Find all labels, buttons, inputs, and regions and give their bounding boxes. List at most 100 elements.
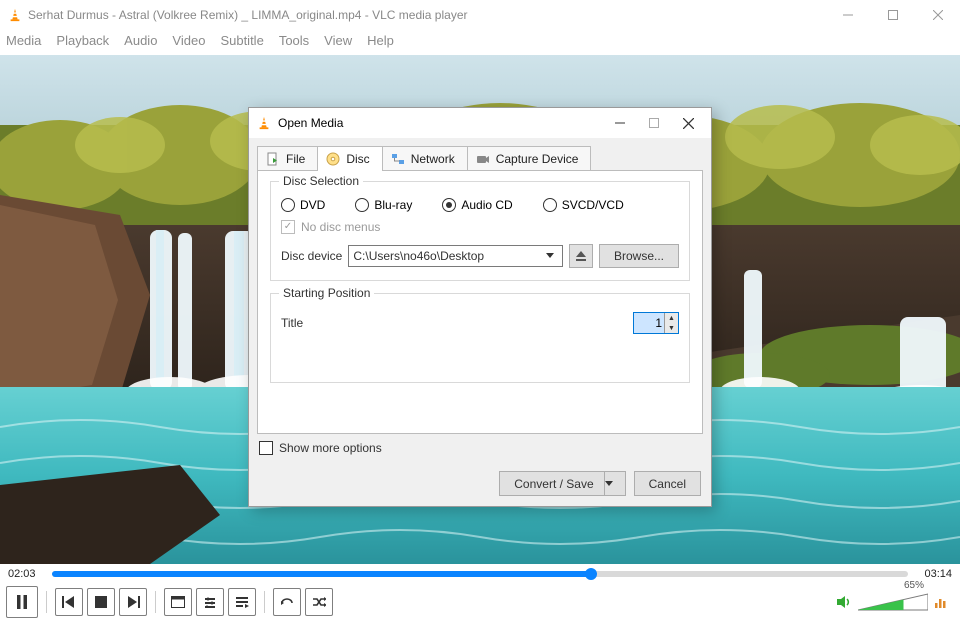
convert-save-button[interactable]: Convert / Save xyxy=(499,471,625,496)
time-elapsed[interactable]: 02:03 xyxy=(8,568,42,580)
dialog-maximize-button[interactable] xyxy=(637,111,671,135)
dialog-tabs: File Disc Network Capture Device xyxy=(249,138,711,171)
cancel-label: Cancel xyxy=(649,477,686,491)
seek-knob[interactable] xyxy=(585,568,597,580)
disc-type-radios: DVD Blu-ray Audio CD SVCD/VCD xyxy=(281,198,679,212)
menu-help[interactable]: Help xyxy=(367,33,394,48)
starting-position-title: Starting Position xyxy=(279,286,374,300)
radio-svcd[interactable]: SVCD/VCD xyxy=(543,198,624,212)
time-total[interactable]: 03:14 xyxy=(918,568,952,580)
dialog-minimize-button[interactable] xyxy=(603,111,637,135)
vlc-cone-icon xyxy=(257,116,271,130)
track-row: Title ▲ ▼ xyxy=(281,312,679,334)
capture-icon xyxy=(476,152,490,166)
volume-area: 65% xyxy=(836,592,954,612)
tab-file-label: File xyxy=(286,152,305,166)
starting-position-group: Starting Position Title ▲ ▼ xyxy=(270,293,690,383)
menubar: Media Playback Audio Video Subtitle Tool… xyxy=(0,30,960,55)
controls-bar: 65% xyxy=(0,584,960,620)
menu-subtitle[interactable]: Subtitle xyxy=(220,33,263,48)
disc-device-row: Disc device C:\Users\no46o\Desktop Brows… xyxy=(281,244,679,268)
no-disc-menus-checkbox xyxy=(281,220,295,234)
shuffle-button[interactable] xyxy=(305,588,333,616)
track-spinbox[interactable]: ▲ ▼ xyxy=(633,312,679,334)
separator xyxy=(264,591,265,613)
seek-row: 02:03 03:14 xyxy=(0,564,960,584)
dialog-titlebar: Open Media xyxy=(249,108,711,138)
loop-button[interactable] xyxy=(273,588,301,616)
tab-disc[interactable]: Disc xyxy=(317,146,382,171)
vlc-cone-icon xyxy=(8,8,22,22)
menu-view[interactable]: View xyxy=(324,33,352,48)
spin-up-icon[interactable]: ▲ xyxy=(665,313,678,323)
show-more-label: Show more options xyxy=(279,441,382,455)
minimize-button[interactable] xyxy=(825,0,870,30)
radio-svcd-label: SVCD/VCD xyxy=(562,198,624,212)
tab-network-label: Network xyxy=(411,152,455,166)
disc-selection-title: Disc Selection xyxy=(279,174,363,188)
volume-slider[interactable]: 65% xyxy=(858,592,928,612)
tab-disc-label: Disc xyxy=(346,152,369,166)
file-icon xyxy=(266,152,280,166)
next-button[interactable] xyxy=(119,588,147,616)
menu-tools[interactable]: Tools xyxy=(279,33,309,48)
volume-percent: 65% xyxy=(904,580,924,591)
tab-panel-disc: Disc Selection DVD Blu-ray Audio CD SVCD… xyxy=(257,170,703,434)
dialog-close-button[interactable] xyxy=(671,111,705,135)
previous-button[interactable] xyxy=(55,588,83,616)
separator xyxy=(46,591,47,613)
menu-media[interactable]: Media xyxy=(6,33,41,48)
seek-slider[interactable] xyxy=(52,571,908,577)
radio-audiocd[interactable]: Audio CD xyxy=(442,198,512,212)
cancel-button[interactable]: Cancel xyxy=(634,471,701,496)
fullscreen-button[interactable] xyxy=(164,588,192,616)
track-spinbox-input[interactable] xyxy=(634,313,664,333)
window-controls xyxy=(825,0,960,30)
radio-bluray[interactable]: Blu-ray xyxy=(355,198,412,212)
menu-playback[interactable]: Playback xyxy=(56,33,109,48)
tab-capture[interactable]: Capture Device xyxy=(467,146,592,171)
menu-video[interactable]: Video xyxy=(172,33,205,48)
chevron-down-icon xyxy=(546,253,558,259)
eject-button[interactable] xyxy=(569,244,593,268)
spin-arrows[interactable]: ▲ ▼ xyxy=(664,313,678,333)
no-disc-menus-label: No disc menus xyxy=(301,220,380,234)
track-label: Title xyxy=(281,316,303,330)
tab-file[interactable]: File xyxy=(257,146,318,171)
disc-device-label: Disc device xyxy=(281,249,342,263)
extended-settings-button[interactable] xyxy=(196,588,224,616)
spin-down-icon[interactable]: ▼ xyxy=(665,323,678,333)
disc-selection-group: Disc Selection DVD Blu-ray Audio CD SVCD… xyxy=(270,181,690,281)
show-more-row: Show more options xyxy=(249,435,711,455)
menu-audio[interactable]: Audio xyxy=(124,33,157,48)
show-more-checkbox[interactable] xyxy=(259,441,273,455)
chevron-down-icon[interactable] xyxy=(605,481,621,487)
close-button[interactable] xyxy=(915,0,960,30)
maximize-button[interactable] xyxy=(870,0,915,30)
equalizer-icon[interactable] xyxy=(934,595,948,609)
radio-dvd[interactable]: DVD xyxy=(281,198,325,212)
browse-button-label: Browse... xyxy=(614,249,664,263)
dialog-buttons: Convert / Save Cancel xyxy=(499,471,701,496)
radio-audiocd-label: Audio CD xyxy=(461,198,512,212)
dialog-title: Open Media xyxy=(278,116,343,130)
pause-button[interactable] xyxy=(6,586,38,618)
disc-device-value: C:\Users\no46o\Desktop xyxy=(353,249,546,263)
playlist-button[interactable] xyxy=(228,588,256,616)
tab-network[interactable]: Network xyxy=(382,146,468,171)
radio-dvd-label: DVD xyxy=(300,198,325,212)
disc-icon xyxy=(326,152,340,166)
disc-device-combobox[interactable]: C:\Users\no46o\Desktop xyxy=(348,245,563,267)
window-titlebar: Serhat Durmus - Astral (Volkree Remix) _… xyxy=(0,0,960,30)
radio-bluray-label: Blu-ray xyxy=(374,198,412,212)
separator xyxy=(155,591,156,613)
network-icon xyxy=(391,152,405,166)
window-title: Serhat Durmus - Astral (Volkree Remix) _… xyxy=(28,8,468,22)
convert-save-label: Convert / Save xyxy=(514,477,593,491)
mute-icon[interactable] xyxy=(836,595,852,609)
no-disc-menus-row: No disc menus xyxy=(281,220,679,234)
seek-fill xyxy=(52,571,591,577)
stop-button[interactable] xyxy=(87,588,115,616)
browse-button[interactable]: Browse... xyxy=(599,244,679,268)
open-media-dialog: Open Media File Disc Network Capture Dev… xyxy=(248,107,712,507)
